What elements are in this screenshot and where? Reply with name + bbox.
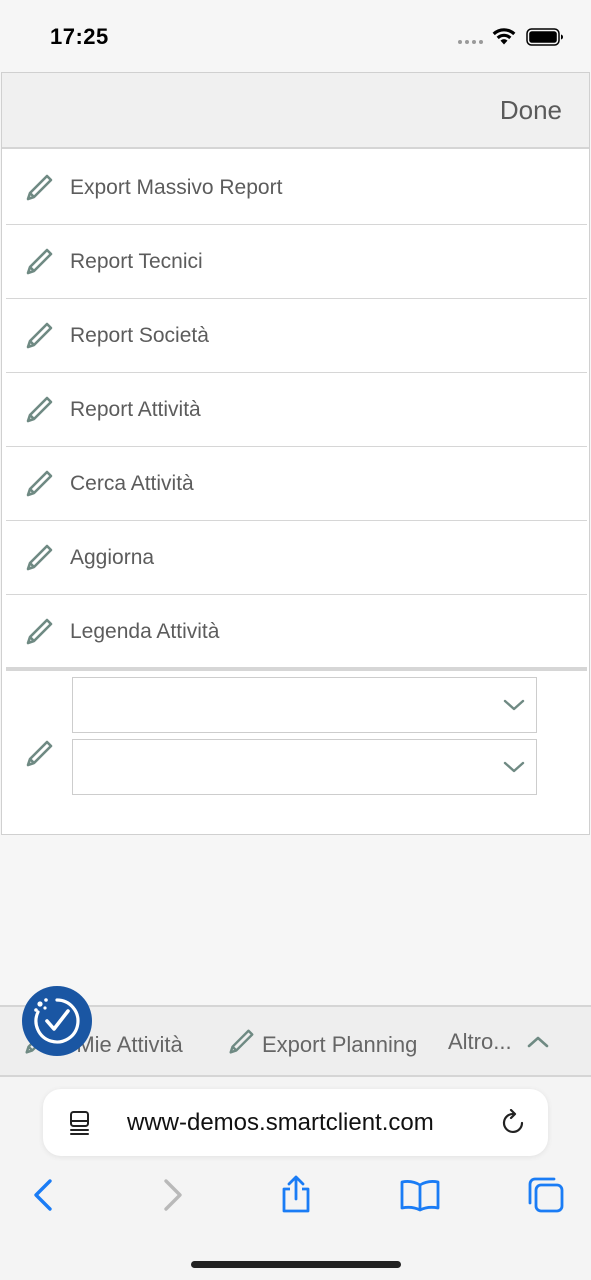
menu-item-label: Aggiorna bbox=[70, 546, 155, 569]
url-text: www-demos.smartclient.com bbox=[127, 1109, 434, 1136]
menu-item-label: Report Attività bbox=[70, 398, 201, 421]
toolbar-more-label: Altro... bbox=[448, 1029, 512, 1054]
status-bar: 17:25 bbox=[0, 0, 591, 72]
pencil-icon bbox=[26, 740, 53, 767]
panel-header: Done bbox=[2, 73, 589, 149]
share-button[interactable] bbox=[276, 1175, 316, 1215]
chevron-left-icon bbox=[34, 1179, 52, 1211]
pencil-icon bbox=[26, 248, 53, 275]
pencil-icon bbox=[26, 544, 53, 571]
chevron-up-icon bbox=[527, 1036, 549, 1048]
book-icon bbox=[400, 1180, 440, 1212]
reload-icon[interactable] bbox=[501, 1109, 527, 1137]
chevron-down-icon bbox=[503, 761, 525, 773]
pencil-icon bbox=[26, 322, 53, 349]
wifi-icon bbox=[492, 28, 516, 45]
chevron-right-icon bbox=[164, 1179, 182, 1211]
menu-item-report-tecnici[interactable]: Report Tecnici bbox=[6, 225, 587, 299]
menu-item-label: Report Tecnici bbox=[70, 250, 203, 273]
menu-item-label: Export Massivo Report bbox=[70, 176, 283, 199]
menu-item-label: Report Società bbox=[70, 324, 209, 347]
tabs-icon bbox=[528, 1177, 564, 1213]
toolbar-item-export-planning[interactable]: Export Planning bbox=[226, 1027, 417, 1058]
edit-panel: Done Export Massivo Report Report Tecnic… bbox=[1, 72, 590, 835]
share-icon bbox=[282, 1175, 310, 1213]
toolbar-more-button[interactable]: Altro... bbox=[448, 1029, 550, 1055]
menu-item-report-societa[interactable]: Report Società bbox=[6, 299, 587, 373]
home-indicator[interactable] bbox=[191, 1261, 401, 1268]
done-button[interactable]: Done bbox=[500, 95, 562, 126]
chevron-down-icon bbox=[503, 699, 525, 711]
menu-item-aggiorna[interactable]: Aggiorna bbox=[6, 521, 587, 595]
bookmarks-button[interactable] bbox=[400, 1175, 440, 1215]
cellular-signal-icon bbox=[458, 40, 483, 44]
menu-item-export-massivo-report[interactable]: Export Massivo Report bbox=[6, 151, 587, 225]
address-bar[interactable]: www-demos.smartclient.com bbox=[43, 1089, 548, 1156]
select-field-two[interactable] bbox=[72, 739, 537, 795]
battery-icon bbox=[526, 28, 563, 46]
menu-list: Export Massivo Report Report Tecnici Rep… bbox=[6, 151, 587, 671]
browser-toolbar: www-demos.smartclient.com bbox=[0, 1077, 591, 1280]
menu-item-report-attivita[interactable]: Report Attività bbox=[6, 373, 587, 447]
back-button[interactable] bbox=[24, 1175, 64, 1215]
menu-item-legenda-attivita[interactable]: Legenda Attività bbox=[6, 595, 587, 671]
select-field-one[interactable] bbox=[72, 677, 537, 733]
select-row bbox=[6, 673, 587, 835]
accessibility-check-button[interactable] bbox=[22, 986, 92, 1056]
pencil-icon bbox=[26, 396, 53, 423]
toolbar-item-label: Export Planning bbox=[262, 1032, 418, 1057]
status-time: 17:25 bbox=[50, 24, 109, 49]
page-menu-icon bbox=[70, 1111, 89, 1135]
pencil-icon bbox=[26, 174, 53, 201]
pencil-icon bbox=[229, 1029, 254, 1054]
menu-item-label: Legenda Attività bbox=[70, 620, 220, 643]
menu-item-label: Cerca Attività bbox=[70, 472, 194, 495]
forward-button[interactable] bbox=[152, 1175, 192, 1215]
accessibility-check-icon bbox=[34, 998, 80, 1044]
tabs-button[interactable] bbox=[526, 1175, 566, 1215]
pencil-icon bbox=[26, 470, 53, 497]
menu-item-cerca-attivita[interactable]: Cerca Attività bbox=[6, 447, 587, 521]
pencil-icon bbox=[26, 618, 53, 645]
